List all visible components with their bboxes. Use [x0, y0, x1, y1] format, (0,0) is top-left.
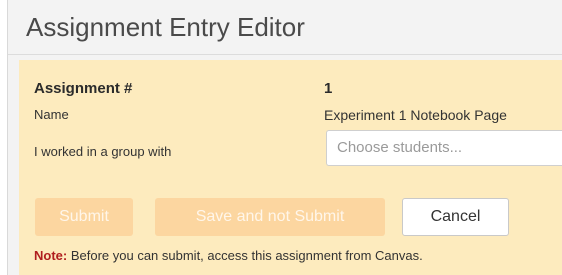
choose-students-input[interactable]: Choose students...: [326, 130, 562, 166]
dialog-header: Assignment Entry Editor: [8, 0, 562, 55]
assignment-number-label: Assignment #: [34, 80, 133, 97]
group-label: I worked in a group with: [34, 144, 172, 159]
submission-note: Note: Before you can submit, access this…: [34, 248, 423, 263]
submit-button[interactable]: Submit: [35, 198, 133, 236]
note-prefix: Note:: [34, 248, 68, 263]
save-not-submit-button[interactable]: Save and not Submit: [155, 198, 385, 236]
dialog-title: Assignment Entry Editor: [26, 12, 305, 42]
assignment-entry-dialog: Assignment Entry Editor Assignment # 1 N…: [7, 0, 562, 275]
note-text: Before you can submit, access this assig…: [67, 248, 423, 263]
cancel-button[interactable]: Cancel: [402, 198, 509, 236]
name-label: Name: [34, 107, 69, 122]
assignment-number-value: 1: [324, 80, 333, 97]
assignment-form-panel: Assignment # 1 Name Experiment 1 Noteboo…: [19, 60, 562, 275]
name-value: Experiment 1 Notebook Page: [324, 107, 507, 123]
